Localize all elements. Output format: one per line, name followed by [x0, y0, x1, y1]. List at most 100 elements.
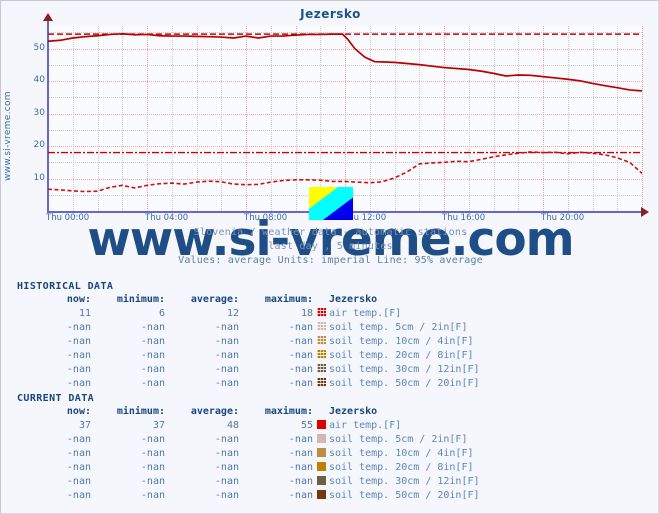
cell-minimum: -nan: [140, 462, 165, 473]
table-row: -nan -nan -nan -nan soil temp. 20cm / 8in[F]: [17, 349, 480, 363]
cell-now: -nan: [66, 448, 91, 459]
legend-color-swatch: [316, 336, 326, 345]
legend-color-swatch: [316, 420, 326, 429]
table-row: -nan -nan -nan -nan soil temp. 5cm / 2in[F]: [17, 433, 480, 447]
cell-minimum: -nan: [140, 336, 165, 347]
legend-color-swatch: [316, 434, 326, 443]
column-header-station: Jezersko: [329, 406, 378, 417]
y-axis-tick-label: 30: [33, 107, 45, 118]
legend-color-swatch: [316, 476, 326, 485]
cell-minimum: 6: [158, 308, 165, 319]
cell-now: -nan: [66, 434, 91, 445]
legend-series-label: soil temp. 10cm / 4in[F]: [329, 448, 474, 459]
cell-minimum: -nan: [140, 378, 165, 389]
column-header-average: average:: [190, 406, 239, 417]
table-row: -nan -nan -nan -nan soil temp. 5cm / 2in[F]: [17, 321, 480, 335]
legend-swatch-cell: [313, 419, 329, 433]
data-tables: HISTORICAL DATA now: minimum: average: maxi…: [1, 281, 658, 503]
cell-maximum: -nan: [288, 322, 313, 333]
column-header-average: average:: [190, 294, 239, 305]
cell-maximum: -nan: [288, 336, 313, 347]
legend-swatch-cell: [313, 321, 329, 335]
legend-swatch-cell: [313, 363, 329, 377]
x-axis-tick-label: Thu 00:00: [46, 213, 90, 223]
legend-swatch-cell: [313, 433, 329, 447]
legend-color-swatch: [316, 308, 326, 317]
column-header-now: now:: [66, 294, 91, 305]
legend-series-label: soil temp. 5cm / 2in[F]: [329, 434, 468, 445]
cell-average: -nan: [214, 490, 239, 501]
cell-average: -nan: [214, 378, 239, 389]
cell-average: -nan: [214, 350, 239, 361]
cell-maximum: -nan: [288, 448, 313, 459]
cell-minimum: 37: [152, 420, 165, 431]
legend-series-label: soil temp. 5cm / 2in[F]: [329, 322, 468, 333]
x-axis-tick-label: Thu 16:00: [442, 213, 486, 223]
table-row: -nan -nan -nan -nan soil temp. 20cm / 8in[F]: [17, 461, 480, 475]
x-axis-tick-label: Thu 20:00: [541, 213, 585, 223]
legend-series-label: soil temp. 50cm / 20in[F]: [329, 490, 480, 501]
column-header-swatch: [313, 293, 329, 307]
series-line: [48, 151, 642, 193]
column-header-minimum: minimum:: [116, 406, 165, 417]
table-row: -nan -nan -nan -nan soil temp. 10cm / 4in[F]: [17, 335, 480, 349]
legend-swatch-cell: [313, 461, 329, 475]
current-section-title: CURRENT DATA: [17, 393, 95, 404]
legend-swatch-cell: [313, 349, 329, 363]
table-row: -nan -nan -nan -nan soil temp. 50cm / 20in[F…: [17, 377, 480, 391]
cell-maximum: -nan: [288, 462, 313, 473]
cell-average: 12: [226, 308, 239, 319]
cell-maximum: 18: [300, 308, 313, 319]
legend-color-swatch: [316, 378, 326, 387]
table-row: -nan -nan -nan -nan soil temp. 30cm / 12in[F…: [17, 363, 480, 377]
cell-minimum: -nan: [140, 476, 165, 487]
table-row: -nan -nan -nan -nan soil temp. 10cm / 4in[F]: [17, 447, 480, 461]
legend-color-swatch: [316, 322, 326, 331]
column-header-minimum: minimum:: [116, 294, 165, 305]
column-header-swatch: [313, 405, 329, 419]
cell-average: -nan: [214, 434, 239, 445]
chart-caption-units: Values: average Units: imperial Line: 95…: [178, 255, 483, 266]
cell-maximum: -nan: [288, 434, 313, 445]
cell-minimum: -nan: [140, 448, 165, 459]
x-axis-tick-label: Thu 08:00: [244, 213, 288, 223]
cell-now: -nan: [66, 378, 91, 389]
cell-maximum: -nan: [288, 350, 313, 361]
table-header-row: now: minimum: average: maximum: Jezersko: [17, 405, 480, 419]
series-layer: [48, 32, 642, 193]
legend-series-label: soil temp. 30cm / 12in[F]: [329, 476, 480, 487]
current-data-table: now: minimum: average: maximum: Jezersko 37 37…: [17, 405, 480, 503]
cell-average: -nan: [214, 336, 239, 347]
cell-average: -nan: [214, 364, 239, 375]
page-title: Jezersko: [300, 7, 361, 21]
table-row: -nan -nan -nan -nan soil temp. 50cm / 20in[F…: [17, 489, 480, 503]
legend-color-swatch: [316, 448, 326, 457]
x-axis-tick-label: Thu 04:00: [145, 213, 189, 223]
cell-now: 37: [78, 420, 91, 431]
broken-image-icon: [309, 187, 353, 220]
cell-now: -nan: [66, 476, 91, 487]
column-header-maximum: maximum:: [264, 294, 313, 305]
historical-data-table: now: minimum: average: maximum: Jezersko 11 6 1…: [17, 293, 480, 391]
cell-average: -nan: [214, 476, 239, 487]
legend-swatch-cell: [313, 377, 329, 391]
y-axis-tick-label: 20: [33, 140, 45, 151]
gridline-major-vertical: [642, 26, 644, 211]
legend-color-swatch: [316, 490, 326, 499]
cell-minimum: -nan: [140, 490, 165, 501]
legend-swatch-cell: [313, 475, 329, 489]
legend-swatch-cell: [313, 447, 329, 461]
series-line: [48, 32, 642, 92]
legend-color-swatch: [316, 462, 326, 471]
chart-region: Jezersko www.si-vreme.com 10 20 30 40 50 Thu…: [1, 1, 658, 273]
x-axis-arrow-icon: [641, 207, 649, 217]
legend-color-swatch: [316, 364, 326, 373]
cell-now: 11: [78, 308, 91, 319]
historical-data-block: HISTORICAL DATA now: minimum: average: maxi…: [1, 281, 658, 391]
cell-now: -nan: [66, 462, 91, 473]
cell-average: -nan: [214, 448, 239, 459]
cell-now: -nan: [66, 490, 91, 501]
cell-maximum: -nan: [288, 476, 313, 487]
cell-now: -nan: [66, 364, 91, 375]
historical-section-title: HISTORICAL DATA: [17, 281, 114, 292]
